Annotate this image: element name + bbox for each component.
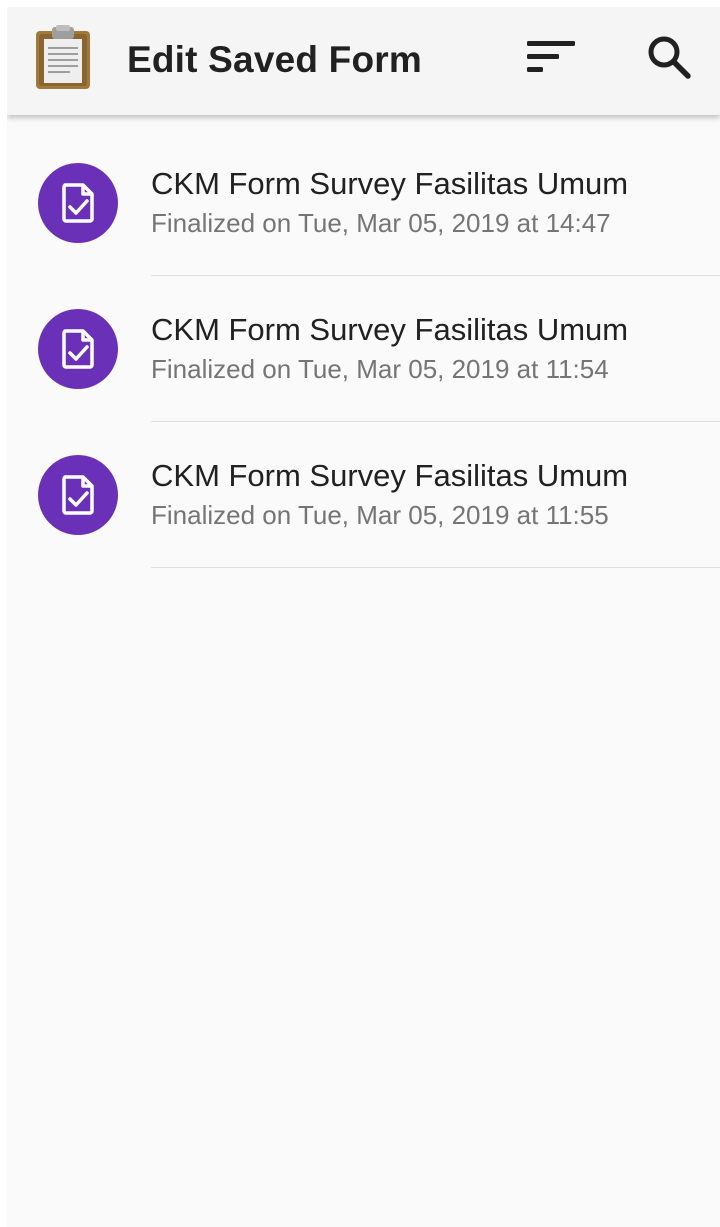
form-title: CKM Form Survey Fasilitas Umum <box>151 166 629 201</box>
page-title: Edit Saved Form <box>127 39 422 80</box>
finalized-form-icon <box>38 455 118 535</box>
form-status: Finalized on Tue, Mar 05, 2019 at 11:54 <box>151 354 609 384</box>
search-button[interactable] <box>641 31 697 87</box>
clipboard-icon <box>34 25 92 91</box>
screen-edge-top <box>0 0 720 7</box>
list-item[interactable]: CKM Form Survey Fasilitas Umum Finalized… <box>7 130 720 276</box>
form-title: CKM Form Survey Fasilitas Umum <box>151 312 629 347</box>
app-bar: Edit Saved Form <box>7 7 720 115</box>
sort-icon <box>525 37 577 82</box>
form-status: Finalized on Tue, Mar 05, 2019 at 11:55 <box>151 500 609 530</box>
sort-button[interactable] <box>523 31 579 87</box>
list-item[interactable]: CKM Form Survey Fasilitas Umum Finalized… <box>7 276 720 422</box>
divider <box>151 567 720 568</box>
finalized-form-icon <box>38 309 118 389</box>
form-status: Finalized on Tue, Mar 05, 2019 at 14:47 <box>151 208 611 238</box>
search-icon <box>645 33 693 86</box>
saved-forms-list: CKM Form Survey Fasilitas Umum Finalized… <box>7 115 720 568</box>
list-item[interactable]: CKM Form Survey Fasilitas Umum Finalized… <box>7 422 720 568</box>
screen: Edit Saved Form CKM Form Survey Fasilita… <box>0 0 720 1227</box>
finalized-form-icon <box>38 163 118 243</box>
screen-edge-left <box>0 0 7 1227</box>
form-title: CKM Form Survey Fasilitas Umum <box>151 458 629 493</box>
